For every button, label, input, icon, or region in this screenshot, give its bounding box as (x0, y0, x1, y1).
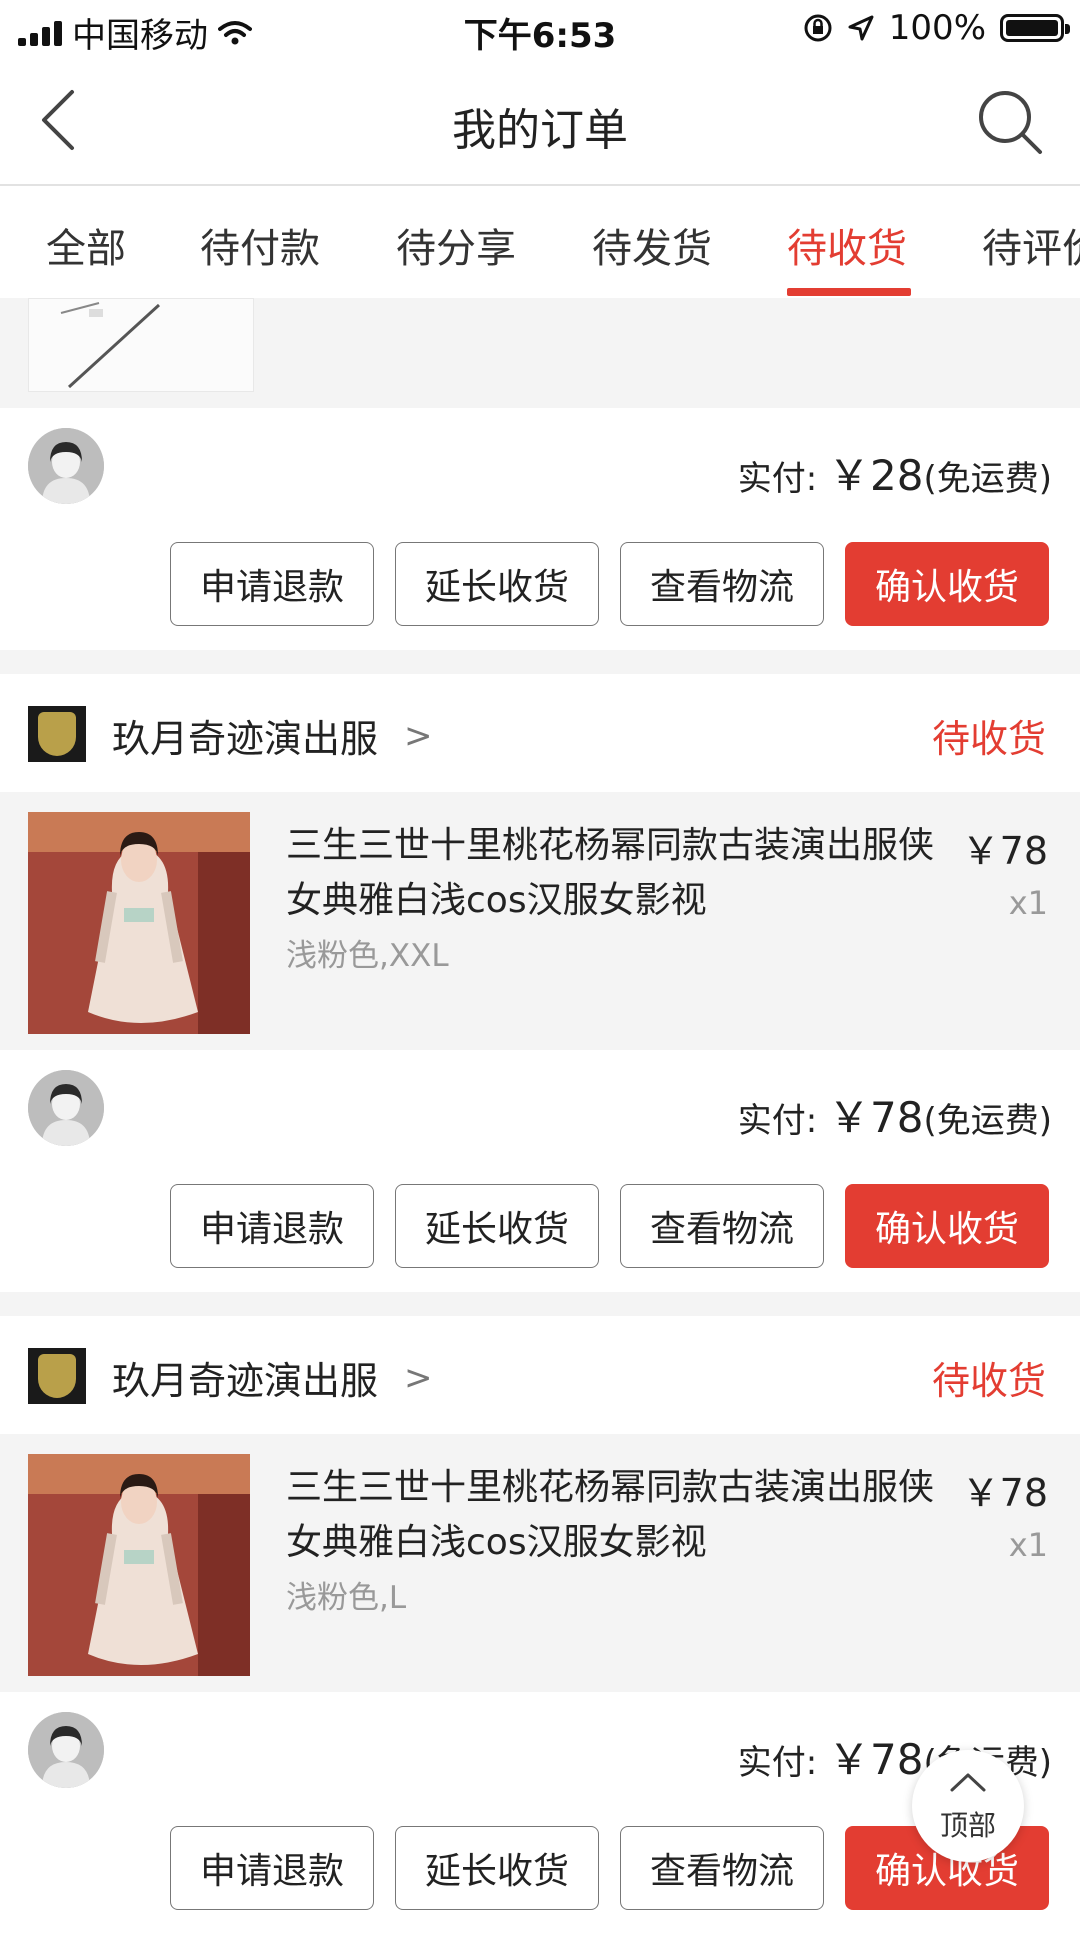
product-thumbnail[interactable] (28, 298, 254, 392)
back-to-top-label: 顶部 (939, 1809, 996, 1842)
tab-pending-receipt[interactable]: 待收货 (787, 216, 907, 274)
order-item[interactable]: 三生三世十里桃花杨幂同款古装演出服侠女典雅白浅cos汉服女影视 浅粉色,XXL … (0, 792, 1080, 1050)
status-bar: 中国移动 下午6:53 100% (0, 0, 1080, 58)
paid-value: ￥28 (828, 451, 924, 500)
avatar[interactable] (28, 1070, 104, 1146)
paid-label: 实付: (737, 1101, 818, 1141)
previous-item-fragment (0, 298, 1080, 408)
tab-all[interactable]: 全部 (46, 216, 126, 274)
product-sku: 浅粉色,XXL (286, 938, 449, 974)
order-actions: 申请退款 延长收货 查看物流 确认收货 (0, 524, 1080, 650)
shop-name[interactable]: 玖月奇迹演出服 (112, 1350, 378, 1405)
paid-value: ￥78 (828, 1093, 924, 1142)
avatar[interactable] (28, 428, 104, 504)
product-price: ￥78 (961, 1471, 1048, 1515)
product-title[interactable]: 三生三世十里桃花杨幂同款古装演出服侠女典雅白浅cos汉服女影视 (286, 818, 946, 928)
avatar[interactable] (28, 1712, 104, 1788)
shop-header[interactable]: 玖月奇迹演出服 > 待收货 (0, 1316, 1080, 1435)
paid-value: ￥78 (828, 1735, 924, 1784)
product-thumbnail[interactable] (28, 1454, 250, 1676)
location-arrow-icon (848, 15, 874, 41)
product-quantity: x1 (1008, 884, 1048, 922)
search-icon[interactable] (974, 86, 1046, 158)
extend-receipt-button[interactable]: 延长收货 (395, 1184, 599, 1268)
page-title: 我的订单 (452, 105, 628, 156)
shop-name[interactable]: 玖月奇迹演出服 (112, 708, 378, 763)
tab-pending-shipment[interactable]: 待发货 (592, 216, 712, 274)
order-status: 待收货 (931, 717, 1046, 761)
refund-button[interactable]: 申请退款 (170, 1826, 374, 1910)
chevron-right-icon: > (404, 716, 433, 756)
orientation-lock-icon (804, 14, 832, 42)
order-actions: 申请退款 延长收货 查看物流 确认收货 (0, 1166, 1080, 1292)
paid-amount: 实付: ￥28(免运费) (738, 442, 1052, 503)
order-status: 待收货 (931, 1359, 1046, 1403)
chevron-up-icon (950, 1773, 986, 1792)
battery-icon (1000, 14, 1070, 42)
tab-pending-payment[interactable]: 待付款 (200, 216, 320, 274)
order-summary: 实付: ￥28(免运费) (0, 408, 1080, 526)
paid-label: 实付: (737, 1743, 818, 1783)
refund-button[interactable]: 申请退款 (170, 542, 374, 626)
chevron-right-icon: > (404, 1358, 433, 1398)
view-logistics-button[interactable]: 查看物流 (620, 1826, 824, 1910)
paid-amount: 实付: ￥78(免运费) (738, 1084, 1052, 1145)
shop-logo (28, 706, 86, 762)
active-tab-indicator (787, 288, 911, 296)
confirm-receipt-button[interactable]: 确认收货 (845, 542, 1049, 626)
tab-pending-review[interactable]: 待评价 (982, 216, 1080, 274)
nav-bar: 我的订单 (0, 58, 1080, 186)
extend-receipt-button[interactable]: 延长收货 (395, 1826, 599, 1910)
confirm-receipt-button[interactable]: 确认收货 (845, 1184, 1049, 1268)
shipping-note: (免运费) (923, 1101, 1052, 1141)
back-to-top-button[interactable]: 顶部 (912, 1750, 1024, 1862)
shipping-note: (免运费) (923, 459, 1052, 499)
tab-pending-share[interactable]: 待分享 (396, 216, 516, 274)
refund-button[interactable]: 申请退款 (170, 1184, 374, 1268)
extend-receipt-button[interactable]: 延长收货 (395, 542, 599, 626)
order-summary: 实付: ￥78(免运费) (0, 1050, 1080, 1168)
status-right: 100% (803, 8, 1070, 48)
paid-label: 实付: (737, 459, 818, 499)
order-tabs: 全部 待付款 待分享 待发货 待收货 待评价 (0, 186, 1080, 300)
shop-logo (28, 1348, 86, 1404)
order-item[interactable]: 三生三世十里桃花杨幂同款古装演出服侠女典雅白浅cos汉服女影视 浅粉色,L ￥7… (0, 1434, 1080, 1692)
product-thumbnail[interactable] (28, 812, 250, 1034)
product-price: ￥78 (961, 829, 1048, 873)
shop-header[interactable]: 玖月奇迹演出服 > 待收货 (0, 674, 1080, 793)
view-logistics-button[interactable]: 查看物流 (620, 542, 824, 626)
product-sku: 浅粉色,L (286, 1580, 407, 1616)
battery-percentage: 100% (888, 8, 986, 48)
product-title[interactable]: 三生三世十里桃花杨幂同款古装演出服侠女典雅白浅cos汉服女影视 (286, 1460, 946, 1570)
product-quantity: x1 (1008, 1526, 1048, 1564)
view-logistics-button[interactable]: 查看物流 (620, 1184, 824, 1268)
